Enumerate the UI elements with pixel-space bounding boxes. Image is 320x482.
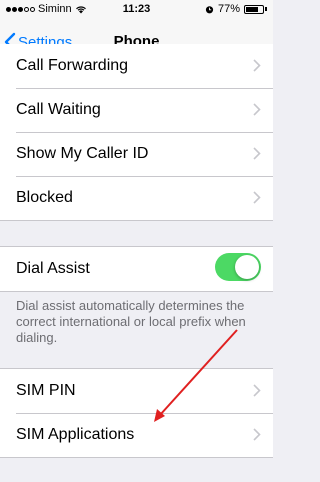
row-label: Call Forwarding xyxy=(16,57,129,74)
dial-assist-toggle[interactable] xyxy=(215,253,261,281)
chevron-right-icon xyxy=(253,147,261,160)
row-label: Dial Assist xyxy=(16,260,90,277)
sim-group: SIM PIN SIM Applications xyxy=(0,368,273,458)
row-label: Blocked xyxy=(16,189,73,206)
dial-assist-group: Dial Assist xyxy=(0,246,273,292)
calls-group: Call Forwarding Call Waiting Show My Cal… xyxy=(0,44,273,221)
call-forwarding-row[interactable]: Call Forwarding xyxy=(0,44,273,88)
chevron-right-icon xyxy=(253,384,261,397)
status-bar-overlay xyxy=(0,0,273,20)
dial-assist-row: Dial Assist xyxy=(0,247,273,291)
sim-applications-row[interactable]: SIM Applications xyxy=(0,413,273,457)
sim-pin-row[interactable]: SIM PIN xyxy=(0,369,273,413)
chevron-right-icon xyxy=(253,59,261,72)
show-my-caller-id-row[interactable]: Show My Caller ID xyxy=(0,132,273,176)
toggle-knob xyxy=(235,255,259,279)
blocked-row[interactable]: Blocked xyxy=(0,176,273,220)
dial-assist-description: Dial assist automatically determines the… xyxy=(16,298,246,345)
chevron-right-icon xyxy=(253,191,261,204)
row-label: SIM Applications xyxy=(16,426,135,443)
row-label: Call Waiting xyxy=(16,101,101,118)
chevron-right-icon xyxy=(253,428,261,441)
call-waiting-row[interactable]: Call Waiting xyxy=(0,88,273,132)
chevron-right-icon xyxy=(253,103,261,116)
row-label: SIM PIN xyxy=(16,382,76,399)
row-label: Show My Caller ID xyxy=(16,145,149,162)
